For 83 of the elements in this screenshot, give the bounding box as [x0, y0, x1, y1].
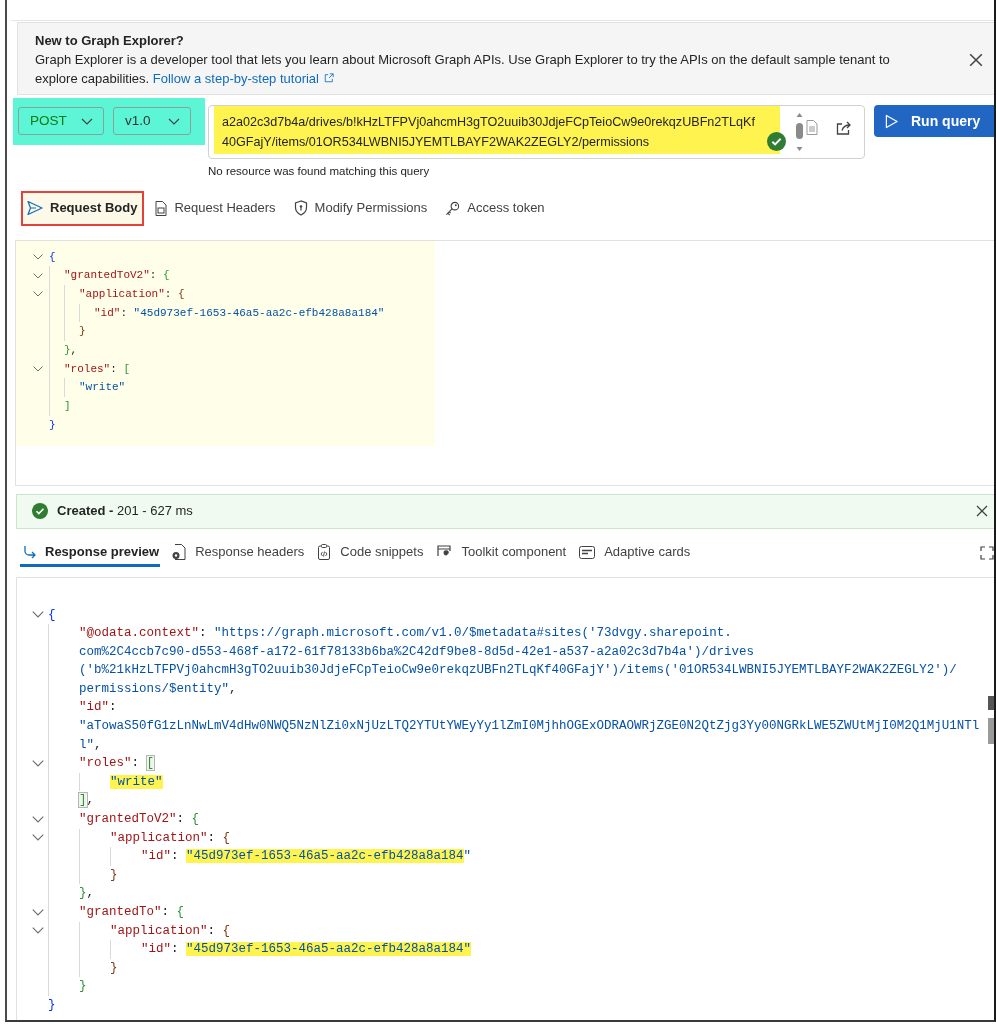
status-message: Created - 201 - 627 ms — [57, 502, 194, 521]
shield-icon — [293, 200, 308, 216]
code-line: } — [79, 324, 86, 340]
banner-title: New to Graph Explorer? — [35, 32, 185, 50]
banner-text: Graph Explorer is a developer tool that lets you learn about Microsoft Graph APIs. Use Graph Explorer to try the APIs on the default sample tenant to explore capabilities. Follow a step-by-step tutorial — [35, 51, 891, 88]
query-message: No resource was found matching this query — [208, 164, 430, 178]
code-line: } — [110, 959, 118, 977]
url-text: a2a02c3d7b4a/drives/b!kHzLTFPVj0ahcmH3gTO2uuib30JdjeFCpTeioCw9e0rekqzUBFn2TLqKf 40GFajY/items/01OR534LWBNI5JYEMTLBAYF2WAK2ZEGLY2/permissions — [214, 106, 780, 154]
clipboard-icon — [317, 544, 332, 560]
tab[interactable]: Response headers — [170, 537, 306, 567]
url-field[interactable]: a2a02c3d7b4a/drives/b!kHzLTFPVj0ahcmH3gTO2uuib30JdjeFCpTeioCw9e0rekqzUBFn2TLqKf 40GFajY/items/01OR534LWBNI5JYEMTLBAYF2WAK2ZEGLY2/permissions — [208, 105, 865, 159]
code-line: "application": { — [79, 286, 185, 302]
external-link-icon — [324, 73, 334, 83]
code-line: { — [48, 606, 56, 624]
code-line: "roles": [ — [64, 361, 131, 377]
code-line: com%2C4ccb7c90-d553-468f-a172-61f78133b6ba%2C42df9be8-8d5d-42e1-a537-a2a02c3d7b4a')/drives — [79, 643, 755, 661]
close-button[interactable] — [969, 53, 983, 67]
tab[interactable]: Code snippets — [315, 537, 425, 567]
code-line: "write" — [79, 380, 126, 396]
chevron-icon[interactable] — [33, 365, 43, 372]
key-icon — [445, 200, 461, 216]
expand-icon[interactable] — [980, 545, 994, 560]
close-button[interactable] — [976, 505, 988, 517]
chevron-icon[interactable] — [33, 253, 43, 260]
scrollbar-icon[interactable] — [795, 112, 804, 152]
code-line: "@odata.context": "https://graph.microsoft.com/v1.0/$metadata#sites('73dvgy.sharepoint. — [79, 625, 732, 643]
close-icon — [969, 53, 983, 67]
code-line: } — [49, 417, 56, 433]
chevron-icon[interactable] — [32, 908, 44, 916]
code-line: "aTowaS50fG1zLnNwLmV4dHw0NWQ5NzNlZi0xNjUzLTQ2YTUtYWEyYy1lZmI0MjhhOGExODRAOWRjZGE0N2QtZjg3Yy00NGRkLWE5ZWUtMjI0M2Q1MjU1NTl — [79, 718, 980, 736]
chevron-icon[interactable] — [32, 927, 44, 935]
wrench-icon — [436, 544, 453, 560]
scrollbar-icon[interactable] — [988, 695, 994, 746]
code-line: ] — [64, 399, 71, 414]
tab[interactable]: Response preview — [20, 537, 161, 567]
code-line: "grantedToV2": { — [64, 268, 170, 284]
code-line: }, — [64, 342, 78, 358]
document-icon[interactable] — [806, 120, 818, 135]
tab[interactable]: Adaptive cards — [577, 537, 692, 567]
code-line: "id": — [79, 699, 117, 717]
tab[interactable]: Modify Permissions — [287, 190, 435, 226]
code-line: } — [79, 978, 87, 996]
chevron-icon[interactable] — [33, 272, 43, 279]
chevron-icon[interactable] — [32, 834, 44, 842]
tutorial-link[interactable]: Follow a step-by-step tutorial — [152, 71, 334, 86]
code-line: permissions/$entity", — [79, 680, 237, 698]
code-line: "grantedTo": { — [79, 904, 185, 921]
code-line: "roles": [ — [79, 755, 155, 773]
chevron-icon[interactable] — [33, 291, 43, 298]
document-icon — [172, 544, 187, 560]
document-icon — [155, 200, 168, 216]
chevron-icon[interactable] — [32, 611, 44, 619]
card-icon — [579, 545, 596, 559]
code-line: "application": { — [110, 829, 231, 847]
code-line: { — [49, 249, 56, 265]
tab[interactable]: Request Body — [21, 190, 145, 226]
method-dropdown[interactable]: POST — [18, 107, 104, 135]
arrow-icon — [22, 545, 36, 559]
chevron-down-icon — [81, 117, 93, 125]
run-query-button[interactable]: Run query — [874, 105, 994, 137]
code-line: ], — [79, 792, 95, 810]
code-line: "application": { — [110, 922, 231, 940]
tab[interactable]: Request Headers — [149, 190, 283, 226]
check-circle-icon — [32, 503, 48, 519]
code-line: "id": "45d973ef-1653-46a5-aa2c-efb428a8a184" — [141, 848, 472, 866]
tab[interactable]: Access token — [439, 190, 552, 226]
close-icon — [976, 505, 988, 517]
code-line: ('b%21kHzLTFPVj0ahcmH3gTO2uuib30JdjeFCpTeioCw9e0rekqzUBFn2TLqKf40GFajY')/items('01OR534LWBNI5JYEMTLBAYF2WAK2ZEGLY2')/ — [79, 662, 957, 680]
code-line: } — [48, 996, 56, 1014]
code-line: "id": "45d973ef-1653-46a5-aa2c-efb428a8a184" — [94, 305, 385, 321]
play-icon — [885, 113, 898, 129]
code-line: l", — [79, 736, 102, 754]
chevron-icon[interactable] — [32, 760, 44, 768]
send-icon — [27, 200, 43, 216]
tab[interactable]: Toolkit component — [434, 537, 568, 567]
code-line: } — [110, 866, 118, 884]
code-line: "grantedToV2": { — [79, 811, 200, 829]
chevron-icon[interactable] — [32, 815, 44, 823]
share-icon[interactable] — [836, 121, 852, 135]
code-line: "id": "45d973ef-1653-46a5-aa2c-efb428a8a184" — [141, 941, 472, 959]
version-dropdown[interactable]: v1.0 — [113, 107, 191, 135]
chevron-down-icon — [168, 117, 180, 125]
code-line: }, — [79, 885, 95, 903]
